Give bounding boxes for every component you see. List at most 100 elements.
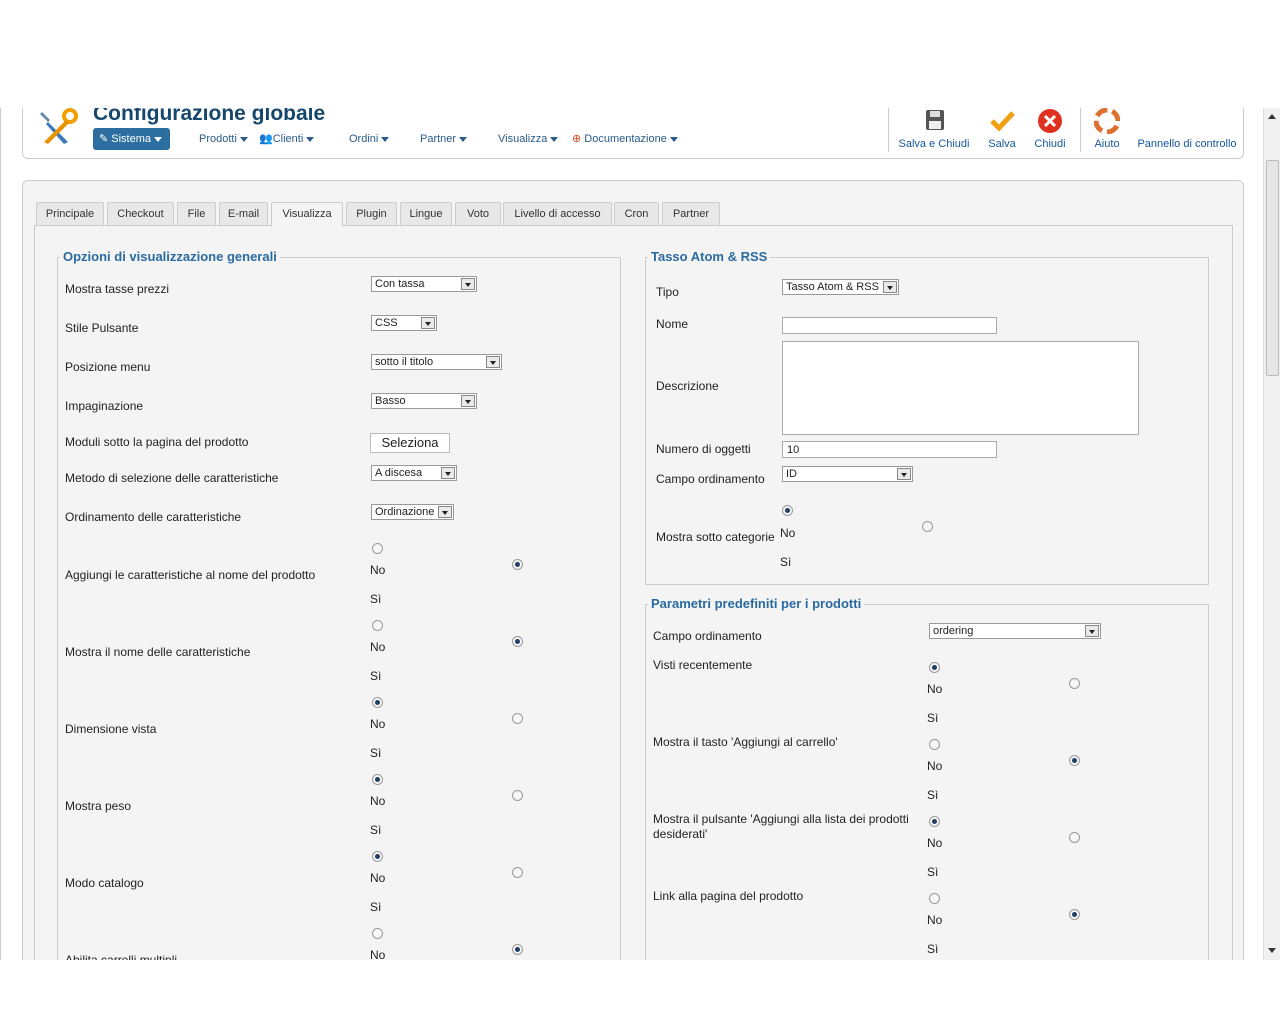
radio-no[interactable] — [929, 662, 940, 673]
radio-no-label: No — [927, 682, 943, 696]
atom-desc-label: Descrizione — [656, 379, 719, 393]
menu-partner[interactable]: Partner — [420, 128, 468, 150]
radio-no-label: No — [370, 871, 386, 885]
radio-no-label: No — [370, 794, 386, 808]
radio-group-label: Visti recentemente — [653, 658, 753, 672]
radio-no-label: No — [370, 717, 386, 731]
radio-yes-label: Sì — [927, 865, 939, 879]
atom-description-textarea[interactable] — [782, 341, 1139, 435]
close-button[interactable]: Chiudi — [1032, 108, 1068, 150]
atom-subcat-label: Mostra sotto categorie — [656, 530, 775, 544]
tab-principale[interactable]: Principale — [36, 202, 104, 225]
radio-yes-label: Sì — [370, 669, 382, 683]
tab-file[interactable]: File — [177, 202, 216, 225]
show-tax-select[interactable]: Con tassa — [371, 276, 477, 292]
menu-prodotti[interactable]: Prodotti — [199, 128, 248, 150]
pagination-select[interactable]: Basso — [371, 393, 477, 409]
radio-yes[interactable] — [1069, 678, 1080, 689]
atom-rss-legend: Tasso Atom & RSS — [648, 249, 771, 264]
atom-subcat-yes-radio[interactable] — [922, 521, 933, 532]
button-style-select[interactable]: CSS — [371, 315, 437, 331]
control-panel-button[interactable]: Pannello di controllo — [1137, 138, 1237, 150]
tab-plugin[interactable]: Plugin — [346, 202, 397, 225]
tab-lingue[interactable]: Lingue — [400, 202, 452, 225]
radio-no[interactable] — [372, 774, 383, 785]
pagination-label: Impaginazione — [65, 399, 144, 413]
scroll-down-icon[interactable] — [1268, 948, 1276, 953]
toolbar-separator — [1080, 108, 1081, 152]
help-button[interactable]: Aiuto — [1089, 108, 1125, 150]
radio-yes[interactable] — [512, 790, 523, 801]
tab-livello-accesso[interactable]: Livello di accesso — [503, 202, 612, 225]
radio-no-label: No — [370, 948, 386, 960]
tools-icon — [40, 108, 78, 144]
tab-partner[interactable]: Partner — [662, 202, 720, 225]
tab-visualizza[interactable]: Visualizza — [271, 202, 343, 227]
tab-voto[interactable]: Voto — [455, 202, 501, 225]
radio-yes[interactable] — [1069, 755, 1080, 766]
select-modules-button[interactable]: Seleziona — [370, 433, 450, 453]
button-style-label: Stile Pulsante — [65, 321, 139, 335]
checkmark-icon — [990, 111, 1015, 132]
defaults-order-label: Campo ordinamento — [653, 629, 762, 643]
tab-checkout[interactable]: Checkout — [107, 202, 174, 225]
atom-name-input[interactable] — [782, 317, 997, 334]
vertical-scrollbar[interactable] — [1263, 108, 1280, 960]
radio-group-label: Modo catalogo — [65, 876, 144, 890]
radio-no[interactable] — [372, 620, 383, 631]
atom-order-select[interactable]: ID — [782, 466, 913, 482]
save-close-button[interactable]: Salva e Chiudi — [898, 108, 970, 150]
modules-label: Moduli sotto la pagina del prodotto — [65, 435, 249, 449]
radio-no-label: No — [370, 563, 386, 577]
radio-group-label: Link alla pagina del prodotto — [653, 889, 804, 903]
char-order-select[interactable]: Ordinazione — [371, 504, 454, 520]
floppy-disk-icon — [926, 110, 944, 130]
radio-group-label: Mostra peso — [65, 799, 132, 813]
radio-yes[interactable] — [512, 559, 523, 570]
radio-yes-label: Sì — [370, 823, 382, 837]
menu-documentazione[interactable]: ⊕ Documentazione — [572, 128, 678, 150]
radio-yes[interactable] — [512, 867, 523, 878]
radio-no[interactable] — [929, 893, 940, 904]
defaults-order-select[interactable]: ordering — [929, 623, 1101, 639]
scrollbar-thumb[interactable] — [1266, 160, 1279, 376]
chevron-down-icon — [421, 317, 435, 329]
char-method-select[interactable]: A discesa — [371, 465, 457, 481]
chevron-down-icon — [550, 136, 559, 142]
radio-no[interactable] — [929, 739, 940, 750]
radio-no[interactable] — [372, 543, 383, 554]
menu-ordini[interactable]: Ordini — [349, 128, 390, 150]
radio-yes-label: Sì — [370, 592, 382, 606]
radio-yes[interactable] — [512, 713, 523, 724]
radio-yes[interactable] — [512, 944, 523, 955]
radio-group-label: Mostra il tasto 'Aggiungi al carrello' — [653, 735, 838, 749]
atom-count-input[interactable]: 10 — [782, 441, 997, 458]
lifebuoy-icon: ⊕ — [572, 133, 585, 145]
menu-position-label: Posizione menu — [65, 360, 151, 374]
radio-yes[interactable] — [1069, 832, 1080, 843]
menu-position-select[interactable]: sotto il titolo — [371, 354, 502, 370]
close-icon — [1038, 109, 1062, 133]
tab-cron[interactable]: Cron — [614, 202, 659, 225]
save-button[interactable]: Salva — [984, 108, 1020, 150]
menu-clienti[interactable]: 👥Clienti — [259, 128, 315, 150]
radio-no[interactable] — [372, 928, 383, 939]
radio-yes-label: Sì — [370, 900, 382, 914]
chevron-down-icon — [1085, 625, 1099, 637]
radio-yes[interactable] — [1069, 909, 1080, 920]
menu-sistema[interactable]: ✎ Sistema — [93, 128, 171, 150]
chevron-down-icon — [461, 278, 475, 290]
tab-email[interactable]: E-mail — [219, 202, 268, 225]
menu-visualizza[interactable]: Visualizza — [498, 128, 559, 150]
atom-subcat-yes-label: Sì — [780, 555, 792, 569]
radio-group-label: Abilita carrelli multipli — [65, 953, 178, 960]
radio-group-label: Mostra il pulsante 'Aggiungi alla lista … — [653, 812, 909, 841]
radio-yes[interactable] — [512, 636, 523, 647]
scroll-up-icon[interactable] — [1268, 114, 1276, 119]
atom-subcat-no-radio[interactable] — [782, 505, 793, 516]
radio-yes-label: Sì — [927, 942, 939, 956]
radio-no[interactable] — [372, 851, 383, 862]
radio-no[interactable] — [929, 816, 940, 827]
radio-no[interactable] — [372, 697, 383, 708]
atom-type-select[interactable]: Tasso Atom & RSS — [782, 279, 899, 295]
